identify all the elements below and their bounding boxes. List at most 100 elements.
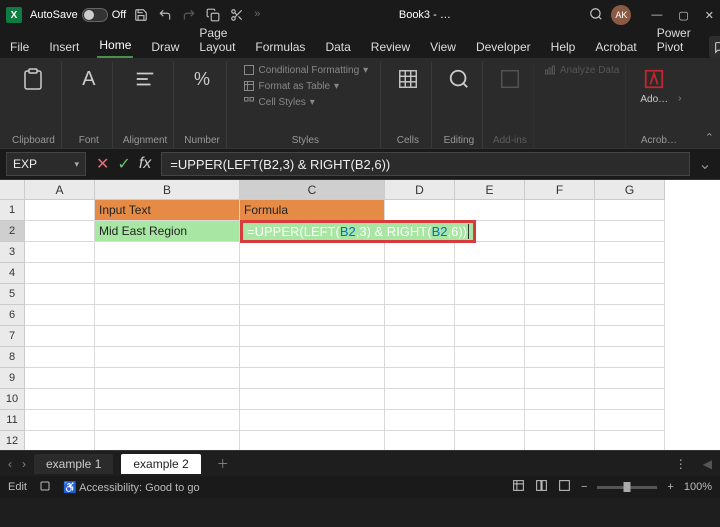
zoom-slider[interactable]	[597, 486, 657, 489]
cell-e1[interactable]	[455, 200, 525, 221]
select-all-corner[interactable]	[0, 180, 25, 200]
sheet-nav-next-icon[interactable]: ›	[22, 457, 26, 471]
cell-b2[interactable]: Mid East Region	[95, 221, 240, 242]
cell-a2[interactable]	[25, 221, 95, 242]
accessibility-status[interactable]: ♿ Accessibility: Good to go	[63, 481, 200, 494]
cell-c1[interactable]: Formula	[240, 200, 385, 221]
search-icon[interactable]	[589, 7, 603, 24]
chevron-right-icon[interactable]: ›	[678, 93, 681, 104]
add-sheet-button[interactable]: ＋	[209, 455, 237, 472]
alignment-button[interactable]	[128, 64, 162, 94]
spreadsheet-grid[interactable]: A B C D E F G 1 2 3 4 5 6 7 8 9 10 11 12…	[0, 180, 720, 450]
page-break-view-icon[interactable]	[558, 479, 571, 495]
document-title[interactable]: Book3 - …	[399, 9, 451, 21]
scroll-left-icon[interactable]: ◀	[703, 457, 712, 471]
cells-button[interactable]	[391, 64, 425, 94]
sheet-more-icon[interactable]: ⋮	[675, 457, 687, 471]
minimize-button[interactable]: —	[651, 9, 662, 22]
maximize-button[interactable]: ▢	[678, 9, 688, 22]
tab-draw[interactable]: Draw	[149, 36, 181, 58]
editing-button[interactable]	[442, 64, 476, 94]
autosave-toggle[interactable]: AutoSave Off	[30, 8, 126, 22]
row-2[interactable]: 2	[0, 221, 25, 242]
close-button[interactable]: ✕	[705, 9, 714, 22]
analyze-data-button[interactable]: Analyze Data	[544, 64, 619, 76]
qat-more-icon[interactable]: »	[254, 8, 260, 22]
in-cell-editor[interactable]: =UPPER(LEFT(B2,3) & RIGHT(B2,6))	[240, 220, 476, 243]
redo-icon[interactable]	[182, 8, 196, 22]
col-e[interactable]: E	[455, 180, 525, 200]
row-8[interactable]: 8	[0, 347, 25, 368]
copy-icon[interactable]	[206, 8, 220, 22]
chevron-down-icon[interactable]: ▾	[74, 159, 79, 170]
sheet-tab-example1[interactable]: example 1	[34, 454, 113, 474]
paste-button[interactable]	[16, 64, 50, 94]
conditional-formatting-button[interactable]: Conditional Formatting ▾	[243, 64, 369, 76]
tab-view[interactable]: View	[428, 36, 458, 58]
zoom-out-icon[interactable]: −	[581, 481, 587, 493]
col-b[interactable]: B	[95, 180, 240, 200]
collapse-ribbon-icon[interactable]: ⌃	[705, 131, 714, 144]
col-c[interactable]: C	[240, 180, 385, 200]
save-icon[interactable]	[134, 8, 148, 22]
expand-formula-bar-icon[interactable]: ⌄	[696, 154, 714, 174]
tab-page-layout[interactable]: Page Layout	[197, 22, 237, 58]
name-box[interactable]: EXP▾	[6, 152, 86, 176]
mode-indicator: Edit	[8, 481, 27, 493]
enter-icon[interactable]: ✓	[117, 154, 130, 174]
zoom-in-icon[interactable]: +	[667, 481, 673, 493]
cell-g1[interactable]	[595, 200, 665, 221]
cell-d1[interactable]	[385, 200, 455, 221]
row-5[interactable]: 5	[0, 284, 25, 305]
tab-file[interactable]: File	[8, 36, 31, 58]
tab-help[interactable]: Help	[549, 36, 578, 58]
tab-insert[interactable]: Insert	[47, 36, 81, 58]
comments-button[interactable]	[709, 36, 720, 58]
row-6[interactable]: 6	[0, 305, 25, 326]
col-d[interactable]: D	[385, 180, 455, 200]
adobe-button[interactable]: Ado…	[636, 64, 672, 107]
row-1[interactable]: 1	[0, 200, 25, 221]
macro-record-icon[interactable]	[39, 480, 51, 495]
tab-developer[interactable]: Developer	[474, 36, 533, 58]
tab-review[interactable]: Review	[369, 36, 412, 58]
user-avatar[interactable]: AK	[611, 5, 631, 25]
cell-f1[interactable]	[525, 200, 595, 221]
cancel-icon[interactable]: ✕	[96, 154, 109, 174]
sheet-tab-example2[interactable]: example 2	[121, 454, 200, 474]
fx-icon[interactable]: fx	[139, 155, 151, 173]
row-12[interactable]: 12	[0, 431, 25, 450]
col-a[interactable]: A	[25, 180, 95, 200]
col-f[interactable]: F	[525, 180, 595, 200]
group-clipboard: Clipboard	[6, 62, 62, 148]
cell-b1[interactable]: Input Text	[95, 200, 240, 221]
cell-styles-button[interactable]: Cell Styles ▾	[243, 96, 369, 108]
row-11[interactable]: 11	[0, 410, 25, 431]
tab-formulas[interactable]: Formulas	[253, 36, 307, 58]
undo-icon[interactable]	[158, 8, 172, 22]
number-button[interactable]: %	[185, 64, 219, 94]
cut-icon[interactable]	[230, 8, 244, 22]
row-10[interactable]: 10	[0, 389, 25, 410]
font-button[interactable]: A	[72, 64, 106, 94]
tab-home[interactable]: Home	[97, 34, 133, 58]
column-headers: A B C D E F G	[25, 180, 665, 200]
tab-data[interactable]: Data	[323, 36, 352, 58]
addins-button[interactable]	[493, 64, 527, 94]
tab-power-pivot[interactable]: Power Pivot	[655, 22, 693, 58]
format-as-table-button[interactable]: Format as Table ▾	[243, 80, 369, 92]
row-9[interactable]: 9	[0, 368, 25, 389]
page-layout-view-icon[interactable]	[535, 479, 548, 495]
sheet-nav-prev-icon[interactable]: ‹	[8, 457, 12, 471]
formula-input[interactable]: =UPPER(LEFT(B2,3) & RIGHT(B2,6))	[161, 152, 690, 176]
col-g[interactable]: G	[595, 180, 665, 200]
normal-view-icon[interactable]	[512, 479, 525, 495]
cell-a1[interactable]	[25, 200, 95, 221]
tab-acrobat[interactable]: Acrobat	[593, 36, 638, 58]
row-4[interactable]: 4	[0, 263, 25, 284]
cell-f2[interactable]	[525, 221, 595, 242]
row-3[interactable]: 3	[0, 242, 25, 263]
row-7[interactable]: 7	[0, 326, 25, 347]
cell-g2[interactable]	[595, 221, 665, 242]
zoom-level[interactable]: 100%	[684, 481, 712, 493]
